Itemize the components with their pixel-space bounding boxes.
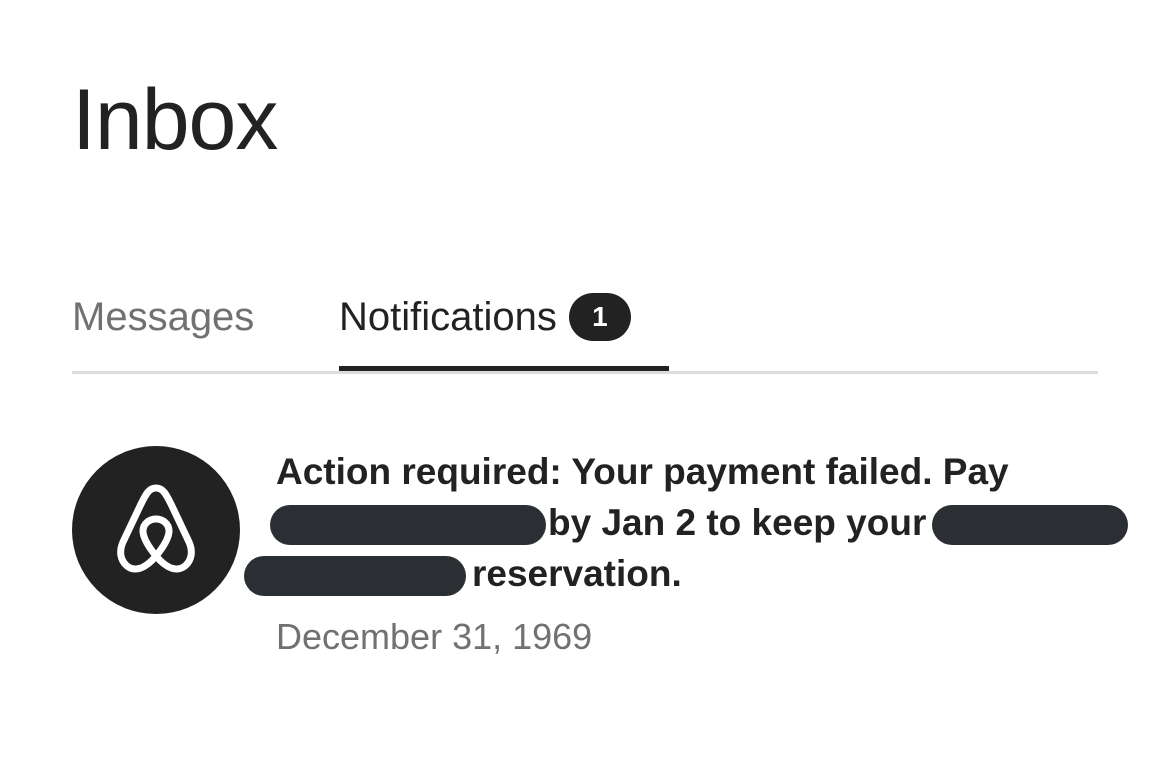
tab-messages-label: Messages: [72, 294, 255, 339]
notification-text-part1: Action required: Your payment failed. Pa…: [276, 451, 1009, 492]
inbox-page: Inbox Messages Notifications 1 Action re…: [0, 0, 1169, 768]
notification-text-part3: reservation.: [472, 553, 682, 594]
notification-date: December 31, 1969: [276, 616, 593, 657]
page-title: Inbox: [72, 72, 278, 168]
tab-messages[interactable]: Messages: [72, 262, 254, 372]
tab-notifications[interactable]: Notifications 1: [339, 262, 669, 372]
notification-item[interactable]: Action required: Your payment failed. Pa…: [72, 446, 1162, 676]
notification-message: Action required: Your payment failed. Pa…: [244, 446, 1156, 599]
airbnb-logo-icon: [117, 484, 195, 573]
tabs-divider: [72, 371, 1098, 374]
inbox-tabs: Messages Notifications 1: [72, 262, 1098, 374]
redacted-location-2: [244, 556, 466, 597]
redacted-amount: [270, 505, 546, 546]
notification-text-part2: by Jan 2 to keep your: [548, 502, 927, 543]
redacted-location: [932, 505, 1129, 546]
notification-count-badge: 1: [568, 293, 631, 341]
tab-notifications-label: Notifications: [339, 294, 557, 339]
avatar: [72, 446, 240, 614]
